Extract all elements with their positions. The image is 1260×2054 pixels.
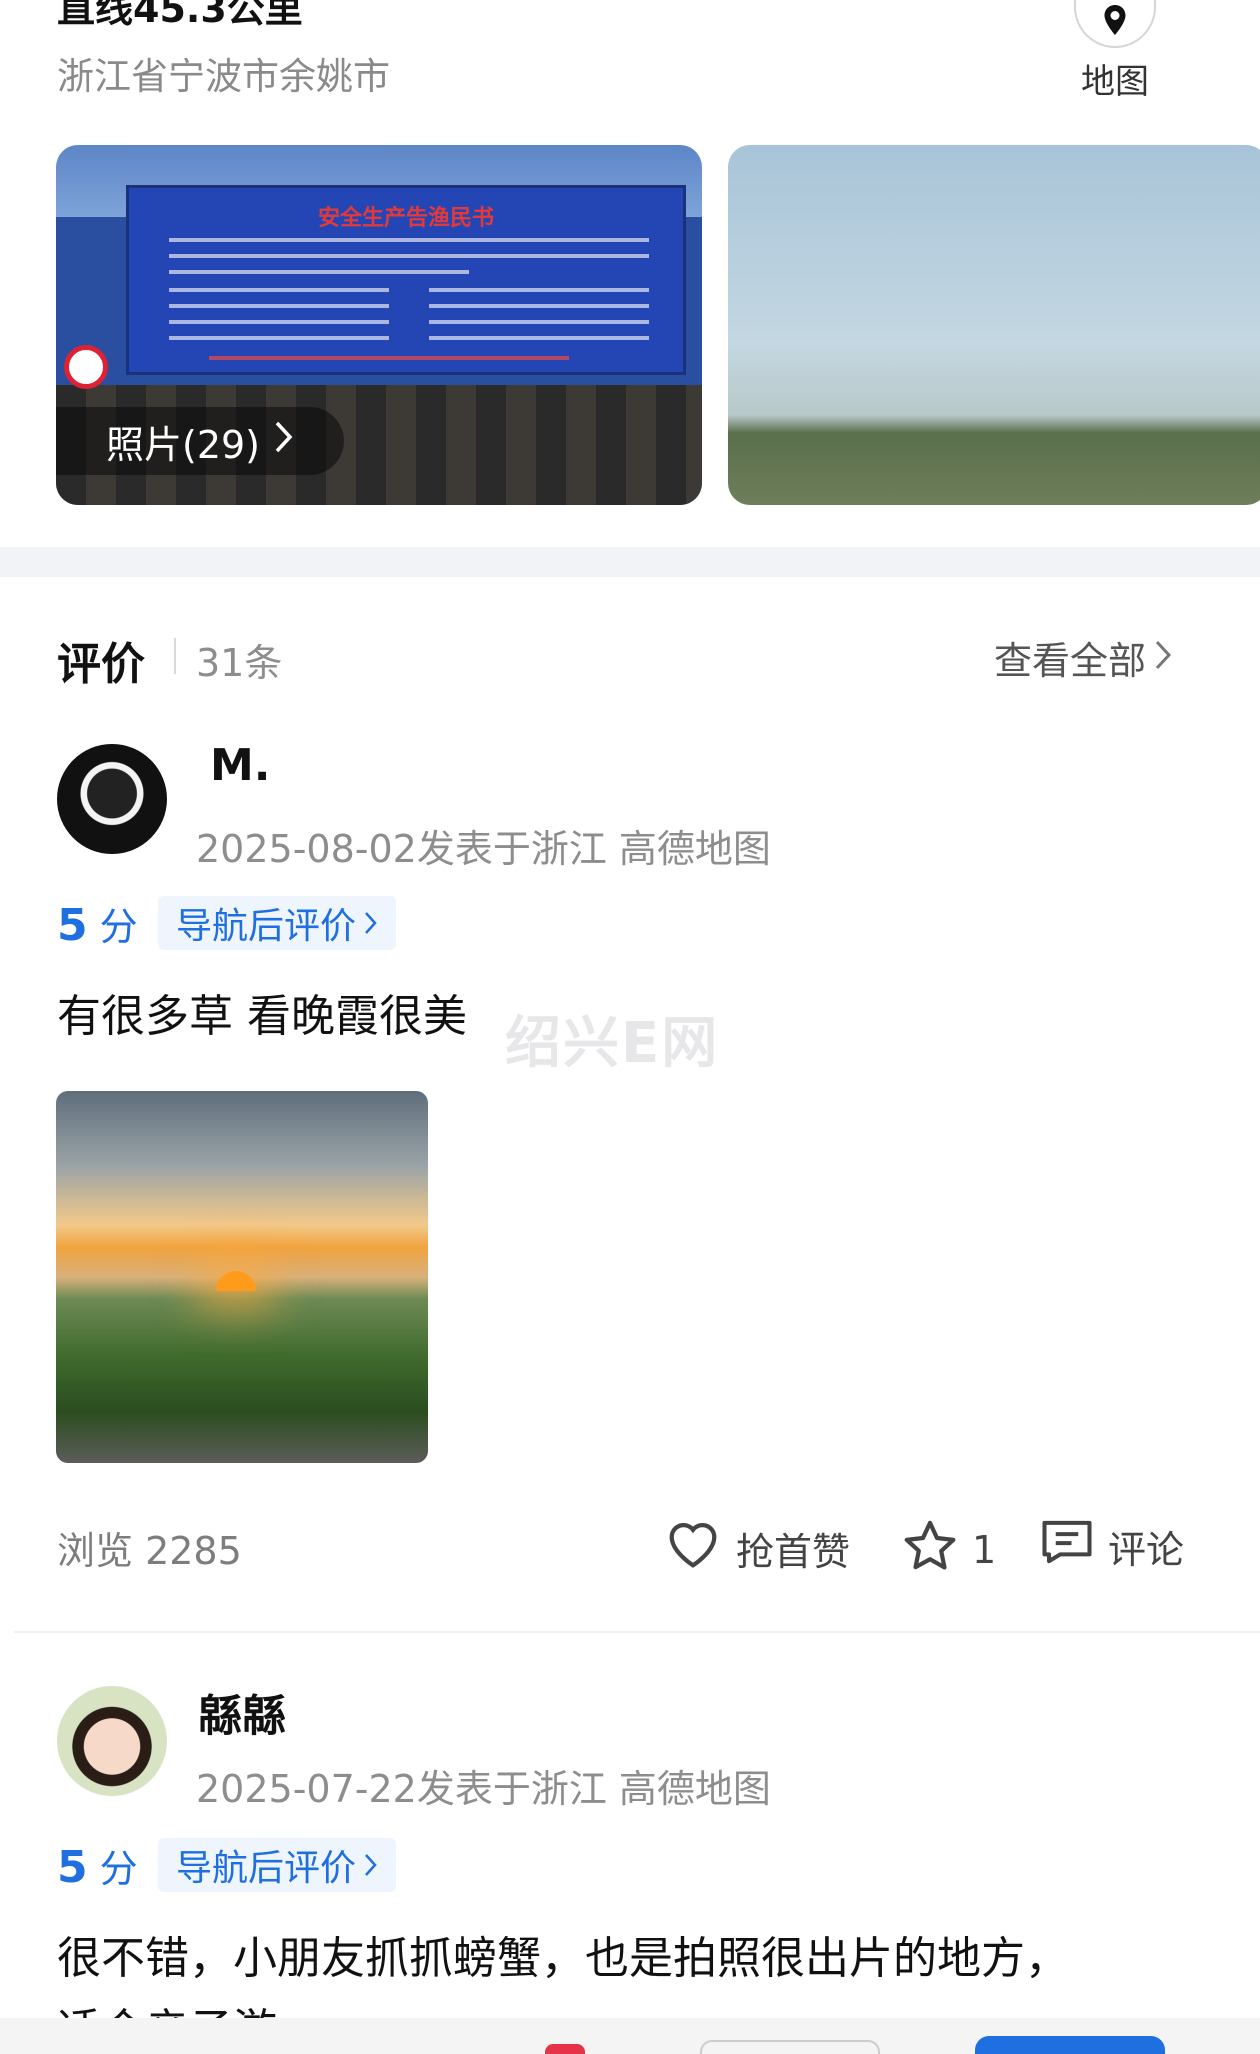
place-photo-2[interactable]	[728, 145, 1260, 505]
favorite-button[interactable]: 1	[902, 1518, 996, 1581]
bottom-action-2[interactable]	[700, 2040, 880, 2054]
photo-count-badge[interactable]: 照片(29)	[56, 407, 344, 475]
view-all-label: 查看全部	[994, 639, 1147, 683]
like-button[interactable]: 抢首赞	[664, 1518, 850, 1579]
chevron-right-icon	[364, 1845, 378, 1886]
score-unit: 分	[99, 905, 138, 949]
chevron-right-icon	[364, 903, 378, 944]
place-photo-1[interactable]: 安全生产告渔民书 照片(29)	[56, 145, 702, 505]
map-button[interactable]: 地图	[1070, 0, 1160, 102]
review-content: 有很多草 看晚霞很美	[57, 991, 467, 1042]
chevron-right-icon	[274, 419, 294, 463]
avatar[interactable]	[57, 1686, 167, 1796]
region-text: 浙江省宁波市余姚市	[57, 55, 390, 98]
watermark: 绍兴E网	[505, 1011, 720, 1076]
map-pin-icon	[1074, 0, 1156, 48]
sunset-sun	[216, 1271, 256, 1291]
comment-label: 评论	[1108, 1528, 1185, 1572]
score-value: 5	[57, 900, 88, 951]
chevron-right-icon	[1154, 636, 1172, 680]
review-score: 5分	[57, 1838, 138, 1893]
billboard-image: 安全生产告渔民书	[126, 185, 686, 375]
comment-icon	[1040, 1518, 1094, 1575]
score-value: 5	[57, 1842, 88, 1893]
tag-label: 导航后评价	[176, 1848, 357, 1889]
view-all-button[interactable]: 查看全部	[994, 630, 1172, 685]
review-meta: 2025-07-22发表于浙江 高德地图	[196, 1767, 771, 1811]
score-unit: 分	[99, 1847, 138, 1891]
section-divider	[0, 547, 1260, 577]
like-label: 抢首赞	[736, 1530, 851, 1574]
tag-label: 导航后评价	[176, 906, 357, 947]
review-photo[interactable]	[56, 1091, 428, 1463]
review-meta: 2025-08-02发表于浙江 高德地图	[196, 827, 771, 871]
star-icon	[902, 1518, 958, 1581]
review-user-name[interactable]: M.	[210, 740, 271, 791]
no-fishing-sign-icon	[64, 345, 108, 389]
bottom-action-1[interactable]	[545, 2044, 585, 2054]
heart-icon	[664, 1518, 722, 1579]
header-separator	[174, 638, 176, 674]
navigation-review-tag[interactable]: 导航后评价	[158, 1838, 397, 1892]
navigation-review-tag[interactable]: 导航后评价	[158, 896, 397, 950]
reviews-title: 评价	[57, 639, 145, 690]
star-count: 1	[972, 1527, 997, 1572]
comment-button[interactable]: 评论	[1040, 1518, 1184, 1575]
billboard-title: 安全生产告渔民书	[317, 206, 494, 231]
card-divider	[14, 1631, 1260, 1633]
review-score: 5分	[57, 896, 138, 951]
distance-text: 直线45.3公里	[57, 0, 303, 31]
photo-count-label: 照片(29)	[106, 422, 261, 467]
avatar[interactable]	[57, 744, 167, 854]
map-label: 地图	[1081, 62, 1149, 102]
bottom-action-3[interactable]	[975, 2036, 1165, 2054]
view-count: 浏览 2285	[57, 1529, 242, 1573]
reviews-count: 31条	[196, 641, 283, 685]
review-content: 很不错，小朋友抓抓螃蟹，也是拍照很出片的地方，	[57, 1933, 1069, 1984]
review-user-name[interactable]: 緜緜	[198, 1680, 286, 1744]
